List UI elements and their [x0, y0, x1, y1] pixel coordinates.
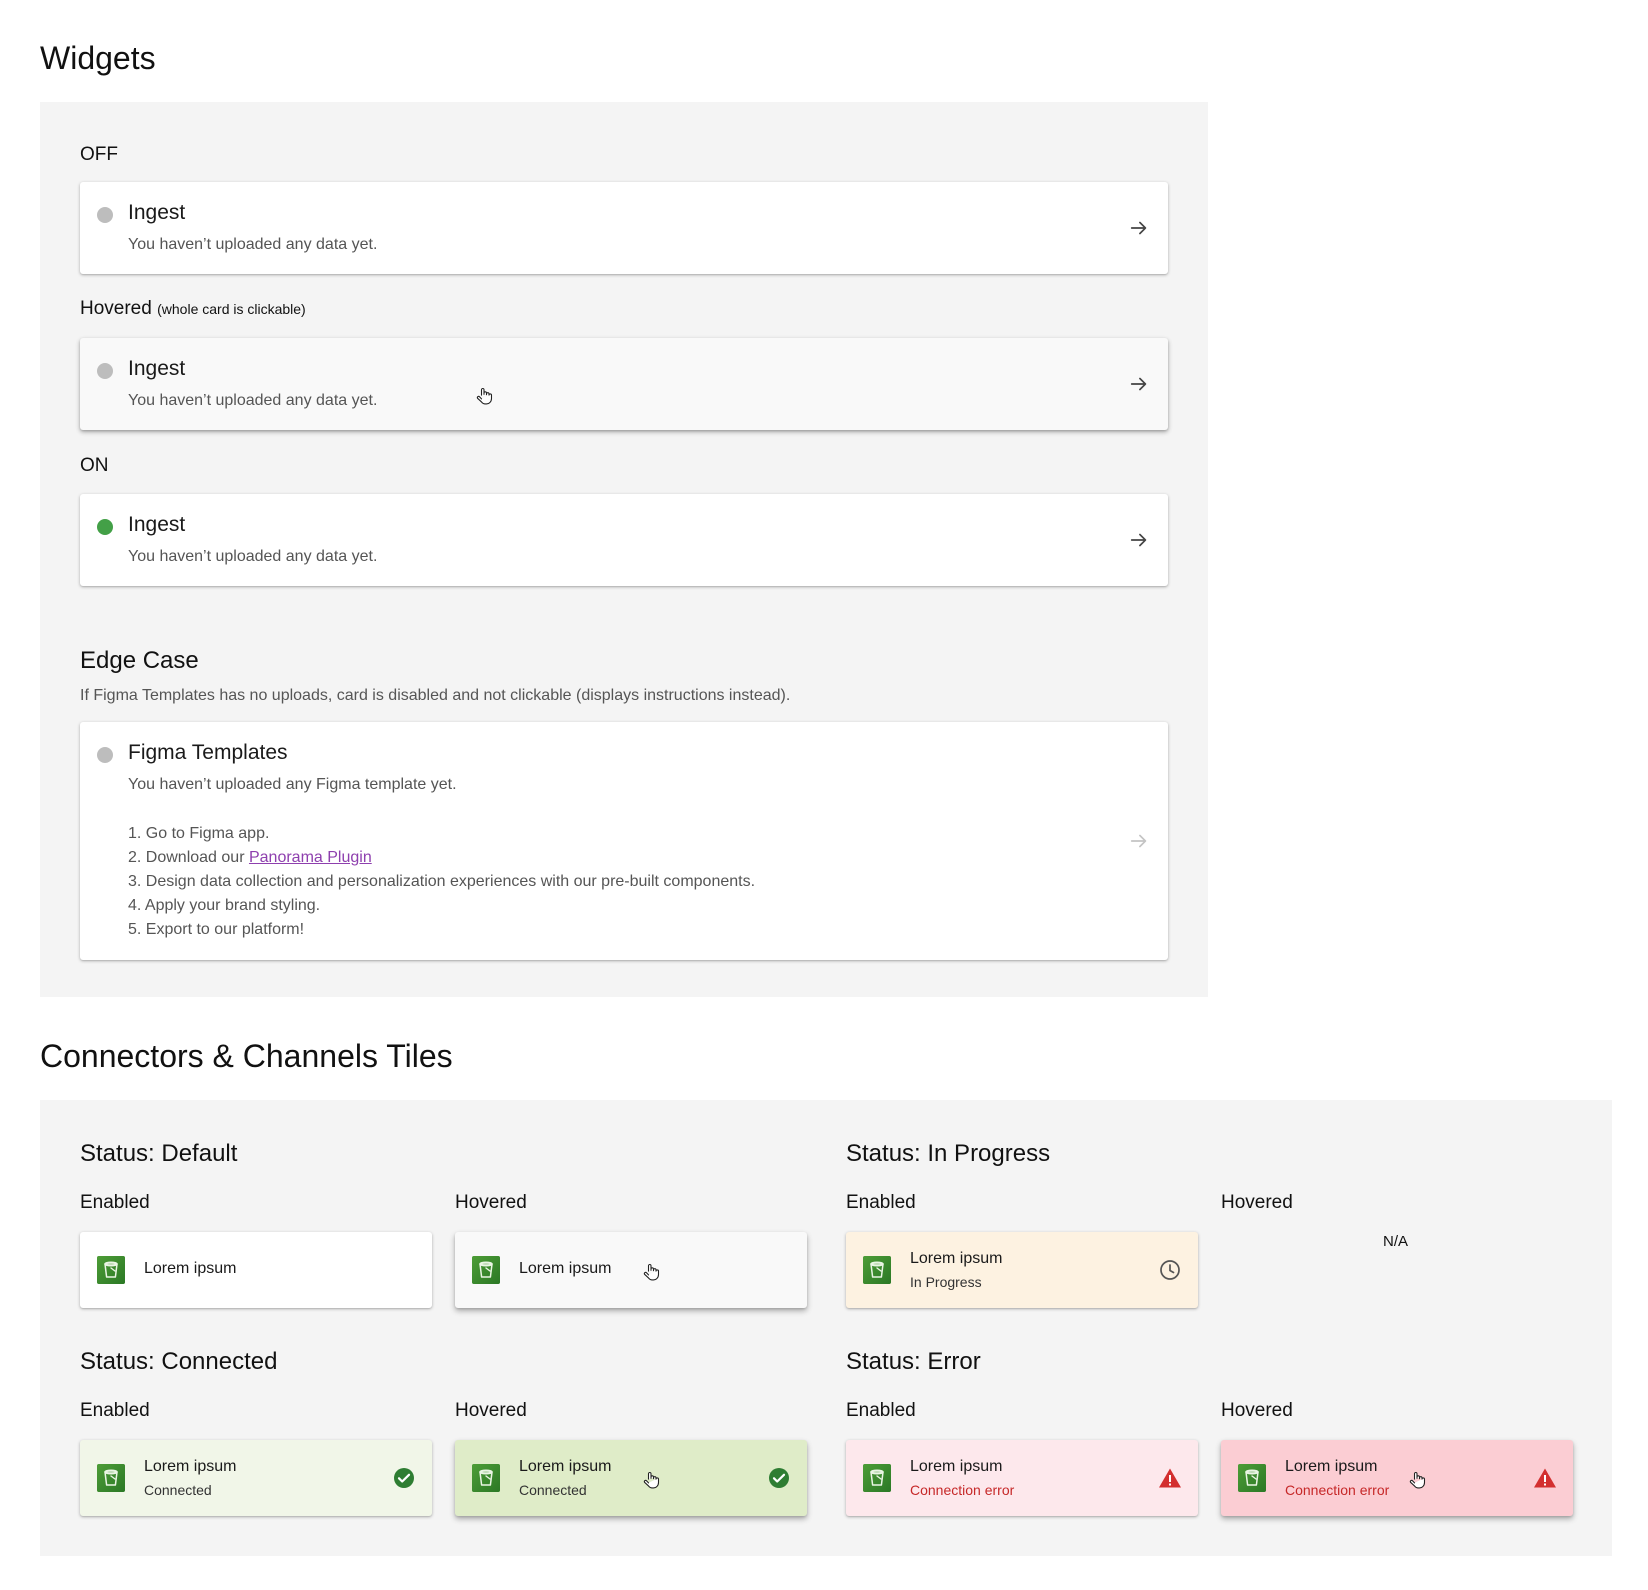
- step-2-text: 2. Download our: [128, 849, 249, 866]
- tiles-panel: Status: Default Status: In Progress Enab…: [40, 1100, 1612, 1556]
- hand-cursor-icon: [641, 1470, 661, 1490]
- tile-status: Connected: [519, 1482, 587, 1498]
- card-title: Ingest: [128, 201, 186, 224]
- warning-icon: [1158, 1466, 1182, 1490]
- ingest-card-off[interactable]: Ingest You haven’t uploaded any data yet…: [80, 182, 1168, 274]
- status-dot-off: [97, 747, 113, 763]
- card-title: Ingest: [128, 357, 186, 380]
- tile-status: In Progress: [910, 1274, 982, 1290]
- status-dot-on: [97, 519, 113, 535]
- step-4: 4. Apply your brand styling.: [128, 897, 321, 914]
- step-1: 1. Go to Figma app.: [128, 825, 270, 842]
- bucket-icon: [1238, 1464, 1266, 1492]
- hovered-label: Hovered: [1221, 1400, 1293, 1421]
- step-5: 5. Export to our platform!: [128, 921, 305, 938]
- status-in-progress-title: Status: In Progress: [846, 1140, 1051, 1167]
- tile-default-enabled[interactable]: Lorem ipsum: [80, 1232, 432, 1308]
- tiles-heading: Connectors & Channels Tiles: [40, 1038, 453, 1074]
- hovered-label: Hovered: [1221, 1192, 1293, 1213]
- tile-error-hovered[interactable]: Lorem ipsum Connection error: [1221, 1440, 1573, 1516]
- check-circle-icon: [767, 1466, 791, 1490]
- status-connected-title: Status: Connected: [80, 1348, 278, 1375]
- hovered-label: Hovered (whole card is clickable): [80, 298, 306, 320]
- widgets-heading: Widgets: [40, 40, 156, 76]
- check-circle-icon: [392, 1466, 416, 1490]
- tile-name: Lorem ipsum: [144, 1260, 237, 1277]
- panorama-plugin-link[interactable]: Panorama Plugin: [249, 849, 372, 866]
- tile-in-progress-enabled[interactable]: Lorem ipsum In Progress: [846, 1232, 1198, 1308]
- bucket-icon: [472, 1464, 500, 1492]
- hovered-label-text: Hovered: [80, 298, 152, 319]
- card-subtitle: You haven’t uploaded any Figma template …: [128, 776, 457, 793]
- tile-error-enabled[interactable]: Lorem ipsum Connection error: [846, 1440, 1198, 1516]
- hand-cursor-icon: [474, 386, 494, 406]
- hovered-label: Hovered: [455, 1192, 527, 1213]
- status-error-title: Status: Error: [846, 1348, 981, 1375]
- warning-icon: [1533, 1466, 1557, 1490]
- card-subtitle: You haven’t uploaded any data yet.: [128, 548, 378, 565]
- tile-name: Lorem ipsum: [519, 1458, 612, 1475]
- enabled-label: Enabled: [80, 1400, 150, 1421]
- tile-name: Lorem ipsum: [1285, 1458, 1378, 1475]
- tile-connected-hovered[interactable]: Lorem ipsum Connected: [455, 1440, 807, 1516]
- off-label: OFF: [80, 144, 118, 165]
- tile-name: Lorem ipsum: [910, 1250, 1003, 1267]
- bucket-icon: [472, 1256, 500, 1284]
- figma-templates-card: Figma Templates You haven’t uploaded any…: [80, 722, 1168, 960]
- tile-status: Connection error: [910, 1482, 1015, 1498]
- instruction-steps: 1. Go to Figma app. 2. Download our Pano…: [128, 822, 755, 942]
- tile-name: Lorem ipsum: [519, 1260, 612, 1277]
- bucket-icon: [863, 1256, 891, 1284]
- arrow-right-icon[interactable]: [1128, 217, 1150, 239]
- enabled-label: Enabled: [846, 1400, 916, 1421]
- tile-connected-enabled[interactable]: Lorem ipsum Connected: [80, 1440, 432, 1516]
- in-progress-hovered-na: N/A: [1383, 1233, 1409, 1250]
- clock-icon: [1158, 1258, 1182, 1282]
- enabled-label: Enabled: [846, 1192, 916, 1213]
- status-default-title: Status: Default: [80, 1140, 238, 1167]
- step-2: 2. Download our Panorama Plugin: [128, 846, 755, 870]
- bucket-icon: [863, 1464, 891, 1492]
- tile-status: Connected: [144, 1482, 212, 1498]
- enabled-label: Enabled: [80, 1192, 150, 1213]
- hand-cursor-icon: [1407, 1470, 1427, 1490]
- status-dot-off: [97, 207, 113, 223]
- edge-case-description: If Figma Templates has no uploads, card …: [80, 687, 791, 704]
- tile-name: Lorem ipsum: [144, 1458, 237, 1475]
- step-3: 3. Design data collection and personaliz…: [128, 873, 756, 890]
- card-title: Ingest: [128, 513, 186, 536]
- tile-name: Lorem ipsum: [910, 1458, 1003, 1475]
- bucket-icon: [97, 1464, 125, 1492]
- status-dot-off: [97, 363, 113, 379]
- edge-case-title: Edge Case: [80, 647, 199, 674]
- hovered-label: Hovered: [455, 1400, 527, 1421]
- widgets-panel: OFF Ingest You haven’t uploaded any data…: [40, 102, 1208, 997]
- card-subtitle: You haven’t uploaded any data yet.: [128, 236, 378, 253]
- arrow-right-icon: [1128, 830, 1150, 852]
- card-subtitle: You haven’t uploaded any data yet.: [128, 392, 378, 409]
- ingest-card-on[interactable]: Ingest You haven’t uploaded any data yet…: [80, 494, 1168, 586]
- card-title: Figma Templates: [128, 741, 288, 764]
- hand-cursor-icon: [641, 1262, 661, 1282]
- arrow-right-icon[interactable]: [1128, 529, 1150, 551]
- on-label: ON: [80, 455, 109, 476]
- arrow-right-icon[interactable]: [1128, 373, 1150, 395]
- bucket-icon: [97, 1256, 125, 1284]
- ingest-card-hovered[interactable]: Ingest You haven’t uploaded any data yet…: [80, 338, 1168, 430]
- hovered-note: (whole card is clickable): [157, 301, 306, 317]
- tile-status: Connection error: [1285, 1482, 1390, 1498]
- tile-default-hovered[interactable]: Lorem ipsum: [455, 1232, 807, 1308]
